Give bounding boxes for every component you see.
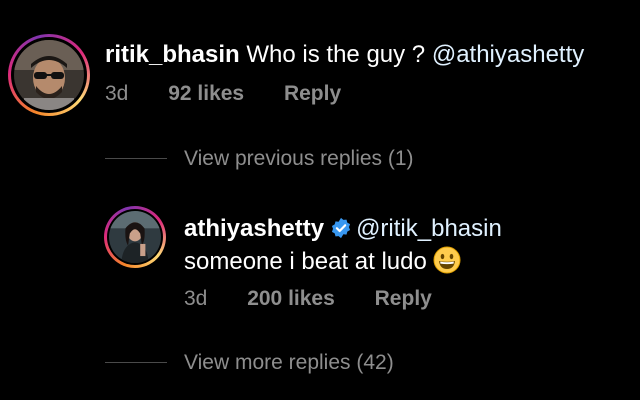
reply-time: 3d	[184, 287, 208, 310]
reply-mention[interactable]: @ritik_bhasin	[356, 215, 502, 242]
comment-username[interactable]: ritik_bhasin	[105, 41, 240, 68]
view-more-replies[interactable]: View more replies (42)	[184, 350, 394, 376]
athiyashetty-avatar[interactable]	[104, 206, 166, 268]
reply-meta: 3d 200 likes Reply	[184, 286, 432, 312]
comment-likes[interactable]: 92 likes	[168, 82, 244, 105]
reply-likes[interactable]: 200 likes	[247, 287, 335, 310]
comment-line: ritik_bhasin Who is the guy ? @athiyashe…	[105, 40, 584, 70]
comment-reply-button[interactable]: Reply	[284, 82, 341, 105]
reply-line-2: someone i beat at ludo	[184, 246, 461, 282]
view-previous-replies[interactable]: View previous replies (1)	[184, 146, 414, 172]
ritik-bhasin-avatar[interactable]	[8, 34, 90, 116]
grinning-face-emoji	[433, 246, 461, 282]
comment-text: Who is the guy ?	[246, 41, 426, 68]
thread-divider	[105, 158, 167, 159]
profile-photo	[109, 211, 161, 263]
reply-line-1: athiyashetty @ritik_bhasin	[184, 214, 502, 247]
verified-badge-icon	[330, 217, 352, 247]
reply-username[interactable]: athiyashetty	[184, 215, 324, 242]
profile-photo	[14, 40, 84, 110]
comment-mention[interactable]: @athiyashetty	[432, 41, 584, 68]
comment-time: 3d	[105, 82, 129, 105]
reply-text: someone i beat at ludo	[184, 248, 427, 275]
reply-reply-button[interactable]: Reply	[375, 287, 432, 310]
thread-divider	[105, 362, 167, 363]
comment-meta: 3d 92 likes Reply	[105, 81, 341, 107]
